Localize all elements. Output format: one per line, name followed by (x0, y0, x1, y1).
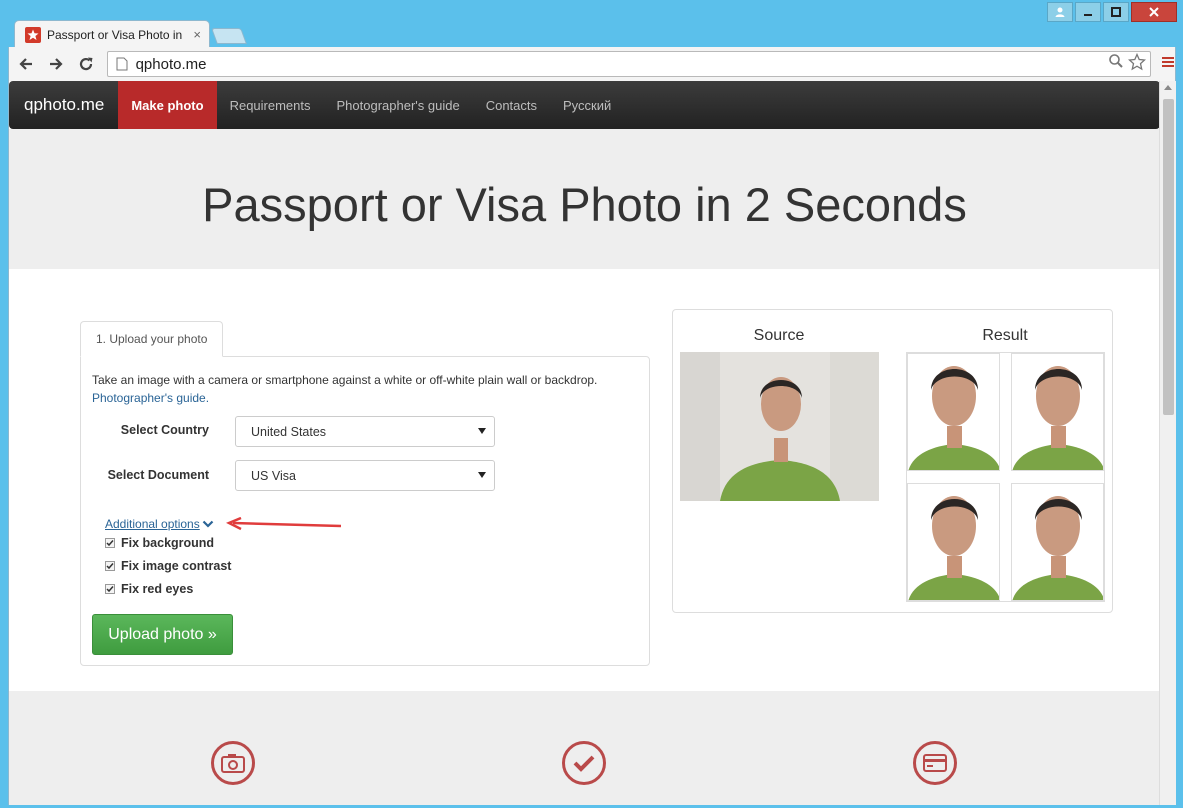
fix-background-checkbox[interactable] (105, 538, 115, 548)
page-icon (116, 57, 128, 71)
browser-tab[interactable]: Passport or Visa Photo in × (14, 20, 210, 48)
upload-instructions: Take an image with a camera or smartphon… (92, 371, 642, 407)
scrollbar-thumb[interactable] (1163, 99, 1174, 415)
star-favicon-icon (25, 26, 41, 43)
result-photo (907, 353, 1000, 471)
zoom-icon[interactable] (1108, 53, 1124, 76)
examples-panel: Source Result (672, 309, 1113, 613)
bookmark-star-icon[interactable] (1127, 52, 1147, 76)
close-window-button[interactable] (1131, 2, 1177, 22)
fix-contrast-checkbox[interactable] (105, 561, 115, 571)
page-viewport: qphoto.me Make photo Requirements Photog… (8, 81, 1176, 805)
result-photos-grid (906, 352, 1105, 602)
back-icon[interactable] (13, 51, 39, 77)
result-label: Result (982, 327, 1028, 344)
features-section (9, 691, 1160, 805)
nav-make-photo[interactable]: Make photo (118, 81, 217, 129)
browser-toolbar: qphoto.me (8, 47, 1176, 81)
maximize-button[interactable] (1103, 2, 1129, 22)
nav-language-russian[interactable]: Русский (550, 81, 624, 129)
chevron-down-icon (478, 472, 486, 478)
checkmark-icon (562, 741, 606, 785)
document-select[interactable]: US Visa (235, 460, 495, 491)
browser-menu-icon[interactable] (1161, 55, 1175, 74)
site-navbar: qphoto.me Make photo Requirements Photog… (9, 81, 1160, 129)
additional-options-toggle[interactable]: Additional options (105, 517, 214, 531)
chevron-down-icon (202, 520, 214, 528)
close-tab-icon[interactable]: × (193, 27, 201, 42)
upload-photo-button[interactable]: Upload photo » (92, 614, 233, 655)
nav-contacts[interactable]: Contacts (473, 81, 550, 129)
source-label: Source (753, 327, 805, 344)
reload-icon[interactable] (73, 51, 99, 77)
country-select-value: United States (251, 424, 327, 439)
additional-options-label: Additional options (105, 517, 200, 531)
site-brand[interactable]: qphoto.me (9, 81, 118, 129)
tab-title: Passport or Visa Photo in (47, 27, 183, 42)
url-text: qphoto.me (135, 55, 207, 73)
tab-upload-your-photo[interactable]: 1. Upload your photo (80, 321, 224, 357)
country-select[interactable]: United States (235, 416, 495, 447)
result-photo (1011, 353, 1104, 471)
address-bar[interactable]: qphoto.me (106, 51, 1151, 77)
select-country-label: Select Country (120, 423, 209, 437)
fix-background-option[interactable]: Fix background (105, 536, 214, 550)
result-photo (1011, 483, 1104, 601)
user-icon[interactable] (1047, 2, 1073, 22)
intro-text: Take an image with a camera or smartphon… (92, 373, 598, 387)
fix-background-label: Fix background (121, 536, 215, 550)
new-tab-button[interactable] (211, 28, 247, 44)
scroll-up-icon[interactable] (1164, 85, 1172, 90)
forward-icon[interactable] (43, 51, 69, 77)
fix-red-eyes-option[interactable]: Fix red eyes (105, 582, 193, 596)
source-photo (680, 352, 879, 501)
annotation-arrow-icon (225, 517, 342, 531)
page-title: Passport or Visa Photo in 2 Seconds (202, 178, 967, 231)
result-photo (907, 483, 1000, 601)
hero-section: Passport or Visa Photo in 2 Seconds (9, 129, 1160, 269)
nav-requirements[interactable]: Requirements (217, 81, 324, 129)
fix-red-eyes-checkbox[interactable] (105, 584, 115, 594)
window-controls (1047, 2, 1177, 22)
upload-panel: 1. Upload your photo Take an image with … (80, 321, 650, 666)
document-select-value: US Visa (251, 468, 296, 483)
fix-red-eyes-label: Fix red eyes (121, 582, 194, 596)
select-document-label: Select Document (107, 468, 209, 482)
upload-tab-body: Take an image with a camera or smartphon… (80, 356, 650, 666)
photographers-guide-link[interactable]: Photographer's guide. (92, 391, 209, 405)
camera-icon (211, 741, 255, 785)
fix-contrast-option[interactable]: Fix image contrast (105, 559, 231, 573)
minimize-button[interactable] (1075, 2, 1101, 22)
credit-card-icon (913, 741, 957, 785)
chevron-down-icon (478, 428, 486, 434)
nav-photographers-guide[interactable]: Photographer's guide (324, 81, 473, 129)
fix-contrast-label: Fix image contrast (121, 559, 232, 573)
page-scrollbar[interactable] (1159, 81, 1176, 805)
